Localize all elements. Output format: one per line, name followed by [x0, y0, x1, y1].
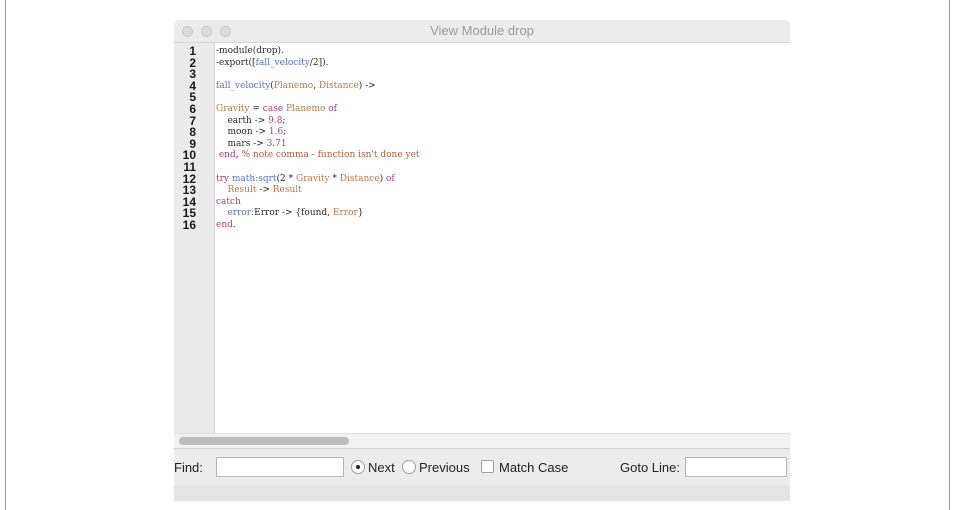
code-token: % note comma - function isn't done yet	[241, 150, 420, 161]
code-token: fall_velocity	[255, 57, 310, 68]
code-token: }	[357, 208, 364, 219]
code-line: Result -> Result	[216, 184, 302, 196]
code-token: .	[232, 220, 236, 230]
previous-radio[interactable]	[402, 460, 416, 474]
code-token: Error	[332, 208, 358, 219]
find-label: Find:	[174, 460, 203, 475]
code-token: earth ->	[216, 115, 269, 126]
next-label[interactable]: Next	[368, 460, 395, 475]
code-line: catch	[216, 196, 241, 208]
code-token: ;	[282, 115, 286, 126]
line-number: 16	[182, 218, 196, 232]
page-border-right	[949, 0, 950, 510]
code-line: fall_velocity(Planemo, Distance) ->	[216, 80, 376, 92]
code-token: 9.8	[268, 115, 283, 126]
module-viewer-window: View Module drop 1 2 3 4 5 6 7 8 9 10 11 12 13 14 15 16…	[174, 20, 790, 501]
code-token: try	[216, 173, 230, 184]
code-token: ;	[283, 127, 287, 138]
title-bar[interactable]: View Module drop	[174, 20, 790, 43]
code-token: end	[216, 150, 236, 161]
code-line: error:Error -> {found, Error}	[216, 207, 364, 219]
code-token: math:sqrt	[231, 173, 277, 184]
find-input[interactable]	[216, 457, 344, 477]
line-number-gutter: 1 2 3 4 5 6 7 8 9 10 11 12 13 14 15 16	[174, 43, 215, 455]
code-token: Planemo	[286, 104, 326, 114]
code-editor[interactable]: -module(drop). -export([fall_velocity/2])…	[215, 43, 790, 455]
previous-label[interactable]: Previous	[419, 460, 470, 475]
match-case-checkbox[interactable]	[481, 460, 494, 473]
goto-line-input[interactable]	[685, 457, 787, 477]
goto-line-label: Goto Line:	[620, 460, 680, 475]
code-token: fall_velocity	[216, 80, 271, 91]
code-token: ) ->	[358, 80, 376, 91]
code-token: Planemo	[273, 80, 314, 91]
code-token: of	[325, 104, 338, 114]
code-token: ]).	[318, 57, 329, 68]
code-line: mars -> 3.71	[216, 138, 287, 150]
code-line: try math:sqrt(2 * Gravity * Distance) of	[216, 173, 395, 185]
code-token: of	[386, 173, 395, 184]
page-border-left	[5, 0, 6, 510]
code-token: Error -> {found,	[254, 208, 333, 219]
code-token: -module(drop).	[216, 46, 284, 56]
horizontal-scrollbar-thumb[interactable]	[179, 437, 349, 445]
code-token: Distance	[339, 173, 380, 184]
code-line: -module(drop).	[216, 45, 284, 57]
code-token: (2 *	[276, 173, 297, 184]
code-token: mars ->	[216, 138, 267, 149]
code-token: end	[216, 220, 233, 230]
next-radio-dot	[356, 465, 360, 469]
code-line: earth -> 9.8;	[216, 115, 286, 127]
code-line: -export([fall_velocity/2]).	[216, 57, 329, 69]
code-token: case	[262, 104, 284, 114]
code-token: Distance	[318, 80, 359, 91]
code-token: -export([	[216, 57, 256, 68]
find-bar: Find: Next Previous Match Case Goto Line…	[174, 448, 790, 486]
code-token: catch	[216, 196, 241, 207]
code-token: Result	[227, 185, 257, 196]
code-token: 3.71	[266, 138, 287, 149]
code-token: 1.6	[268, 127, 284, 138]
code-token: Gravity	[296, 173, 330, 184]
code-token: *	[329, 173, 340, 184]
code-line: moon -> 1.6;	[216, 126, 286, 138]
code-token: ->	[256, 185, 273, 196]
status-strip	[174, 486, 790, 501]
code-token: =	[249, 104, 263, 114]
code-line: Gravity = case Planemo of	[216, 103, 337, 115]
code-line: end, % note comma - function isn't done …	[216, 149, 420, 161]
code-line: end.	[216, 219, 236, 231]
code-token: /2	[309, 57, 319, 68]
code-token: error:	[227, 208, 255, 219]
window-title: View Module drop	[430, 23, 534, 38]
match-case-label[interactable]: Match Case	[499, 460, 568, 475]
code-token: Result	[272, 185, 302, 196]
code-token: Gravity	[216, 104, 250, 114]
next-radio[interactable]	[351, 460, 365, 474]
horizontal-scrollbar[interactable]	[174, 433, 790, 448]
code-token: moon ->	[216, 127, 269, 138]
